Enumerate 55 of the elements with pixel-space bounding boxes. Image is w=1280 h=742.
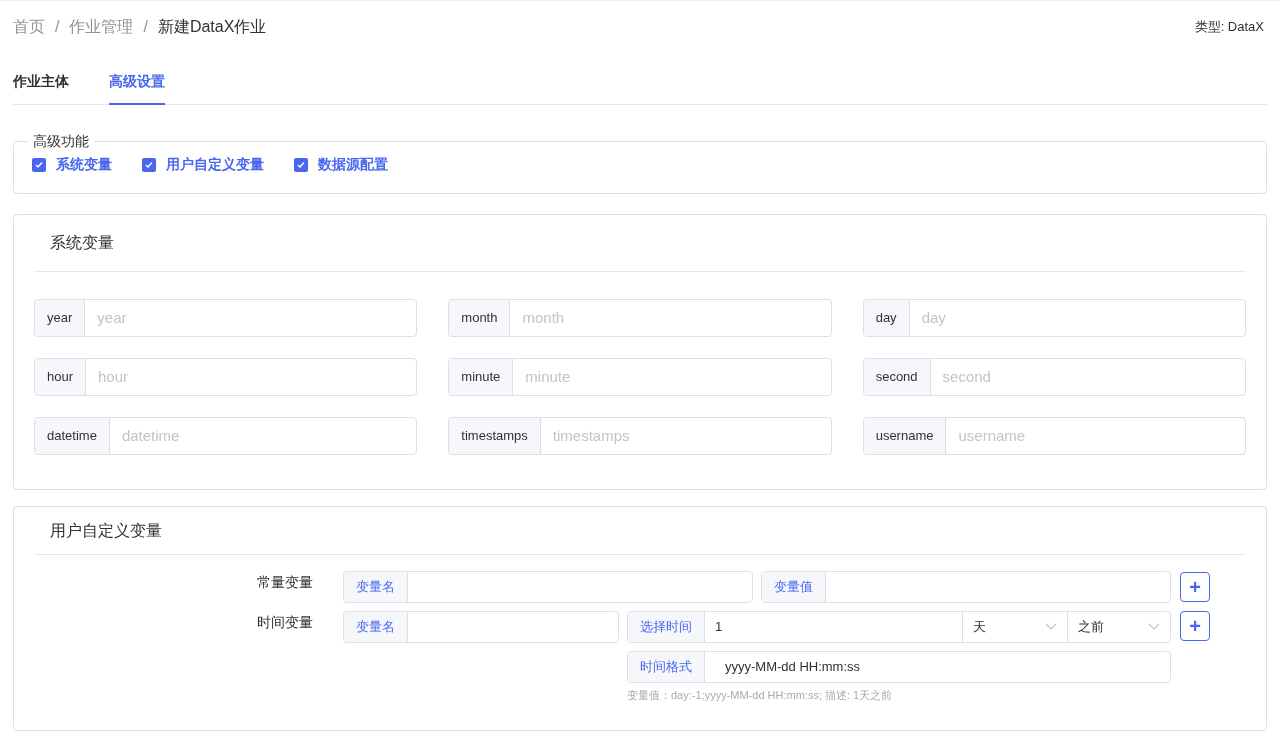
input-field[interactable]: minute [513,359,831,395]
variable-input-group[interactable]: username username [862,417,1246,455]
input-addon-label: year [35,300,86,336]
variable-input-group[interactable]: month month [448,299,832,337]
time-format-input[interactable]: 时间格式 yyyy-MM-dd HH:mm:ss [627,651,1171,683]
tab[interactable]: 作业主体 [13,69,69,105]
hint-text: 变量值：day:-1;yyyy-MM-dd HH:mm:ss; 描述: 1天之前 [627,688,894,703]
input-field[interactable]: timestamps [540,418,831,454]
job-type-label: 类型: DataX [1194,18,1264,37]
variable-input-group[interactable]: minute minute [448,358,832,396]
input-addon-label: month [449,300,511,336]
input-field[interactable]: second [930,359,1245,395]
input-addon-label: hour [35,359,87,395]
input-field[interactable]: month [510,300,831,336]
tab[interactable]: 高级设置 [109,69,165,105]
row-label: 时间变量 [257,613,313,632]
variable-input-group[interactable]: hour hour [34,358,418,396]
card-title: 系统变量 [50,233,114,253]
input-addon-label: timestamps [449,418,541,454]
variable-input-group[interactable]: datetime datetime [34,417,418,455]
variable-input-group[interactable]: day day [862,299,1246,337]
variable-input-group[interactable]: timestamps timestamps [448,417,832,455]
checkbox-icon [294,157,308,172]
input-field[interactable]: hour [86,359,417,395]
variable-name-input[interactable]: 变量名 [343,611,619,643]
input-field[interactable]: day [909,300,1245,336]
checkbox-icon [142,157,156,172]
input-addon-label: 变量名 [344,612,408,642]
feature-checkbox[interactable]: 系统变量 [32,154,112,175]
variable-name-input[interactable]: 变量名 [343,571,753,603]
variable-value-input[interactable]: 变量值 [761,571,1171,603]
checkbox-icon [32,157,46,172]
variable-input-group[interactable]: second second [862,358,1246,396]
feature-checkbox[interactable]: 数据源配置 [294,154,388,175]
input-addon-label: second [863,359,931,395]
input-field[interactable]: username [946,418,1245,454]
input-addon-label: 时间格式 [628,652,705,682]
add-button[interactable]: + [1180,572,1210,602]
input-addon-label: 变量值 [762,572,826,602]
input-addon-label: username [863,418,947,454]
breadcrumb-separator: / [55,17,60,37]
card-title: 用户自定义变量 [50,520,162,541]
input-addon-label: 变量名 [344,572,408,602]
variable-input-group[interactable]: year year [34,299,418,337]
input-field[interactable]: year [85,300,417,336]
breadcrumb-item: 新建DataX作业 [157,17,267,37]
input-addon-label: minute [449,359,514,395]
row-label: 常量变量 [257,573,313,592]
input-addon-label: day [863,300,910,336]
add-button[interactable]: + [1180,611,1210,641]
panel-legend: 高级功能 [28,131,94,152]
input-addon-label: datetime [35,418,110,454]
input-field[interactable]: datetime [109,418,417,454]
feature-checkbox[interactable]: 用户自定义变量 [142,154,264,175]
breadcrumb-separator: / [143,17,148,37]
